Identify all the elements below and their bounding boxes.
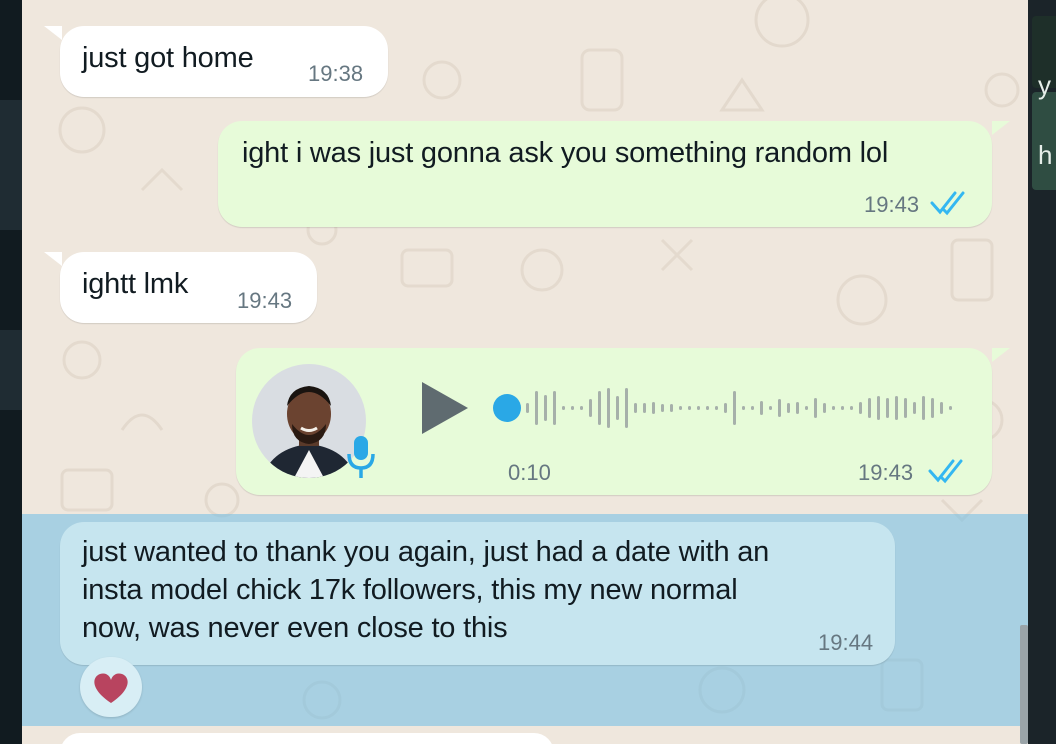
message-time: 19:43	[858, 460, 914, 485]
heart-icon	[94, 673, 128, 703]
waveform-bar	[526, 403, 529, 413]
waveform-bar	[778, 399, 781, 417]
message-bubble-incoming[interactable]	[60, 733, 554, 744]
bubble-tail	[44, 26, 62, 40]
message-text: ightt lmk	[82, 268, 189, 300]
waveform-bar	[751, 406, 754, 410]
waveform-bar	[679, 406, 682, 410]
waveform-bar	[886, 398, 889, 418]
waveform-bar	[598, 391, 601, 425]
waveform-bar	[706, 406, 709, 410]
waveform-bar	[535, 391, 538, 425]
waveform-bar	[859, 402, 862, 414]
message-time: 19:43	[237, 288, 293, 313]
right-side-panel: y h	[1028, 0, 1056, 744]
waveform-bar	[688, 406, 691, 410]
waveform-bar	[553, 391, 556, 425]
waveform-bar	[643, 403, 646, 413]
waveform-bar	[832, 406, 835, 410]
panel-text: y	[1038, 70, 1051, 100]
waveform-bar	[760, 401, 763, 415]
waveform-bar	[931, 398, 934, 418]
waveform-bar	[580, 406, 583, 410]
waveform-bar	[814, 398, 817, 418]
reaction-badge[interactable]	[80, 657, 142, 717]
voice-waveform[interactable]	[490, 378, 960, 438]
waveform-bar	[913, 402, 916, 414]
bubble-tail	[992, 348, 1010, 362]
scrollbar[interactable]	[1020, 625, 1028, 744]
left-strip-segment	[0, 330, 22, 410]
waveform-bar	[733, 391, 736, 425]
playback-position-handle	[493, 394, 521, 422]
voice-duration: 0:10	[508, 460, 551, 485]
waveform-bar	[823, 403, 826, 413]
waveform-bar	[715, 406, 718, 410]
voice-message-bubble[interactable]: 0:10 19:43	[236, 348, 992, 495]
message-line: just wanted to thank you again, just had…	[82, 536, 770, 568]
message-bubble-outgoing[interactable]: ight i was just gonna ask you something …	[218, 121, 992, 227]
message-bubble-incoming[interactable]: ightt lmk 19:43	[60, 252, 317, 323]
message-text: ight i was just gonna ask you something …	[242, 137, 889, 169]
chat-area[interactable]: just got home 19:38 ight i was just gonn…	[22, 0, 1028, 744]
message-bubble-incoming-selected[interactable]: just wanted to thank you again, just had…	[60, 522, 895, 665]
message-line: insta model chick 17k followers, this my…	[82, 574, 738, 606]
waveform-bar	[670, 404, 673, 412]
waveform-bar	[625, 388, 628, 428]
waveform-bar	[589, 399, 592, 417]
message-time: 19:43	[864, 192, 920, 217]
waveform-bar	[850, 406, 853, 410]
waveform-bar	[868, 398, 871, 418]
waveform-bar	[769, 406, 772, 410]
left-app-strip	[0, 0, 22, 744]
play-icon[interactable]	[416, 378, 476, 438]
message-bubble-incoming[interactable]: just got home 19:38	[60, 26, 388, 97]
waveform-bar	[841, 406, 844, 410]
waveform-bar	[562, 406, 565, 410]
waveform-bar	[904, 398, 907, 418]
waveform-bar	[607, 388, 610, 428]
waveform-bar	[616, 396, 619, 420]
waveform-bar	[544, 395, 547, 421]
waveform-bar	[787, 403, 790, 413]
read-receipt-icon	[930, 191, 965, 216]
waveform-bar	[571, 406, 574, 410]
waveform-bar	[742, 406, 745, 410]
message-text: just got home	[82, 42, 254, 74]
left-strip-segment	[0, 100, 22, 230]
waveform-bar	[652, 402, 655, 414]
message-time: 19:38	[308, 61, 364, 86]
microphone-icon	[347, 436, 375, 478]
read-receipt-icon	[928, 459, 963, 484]
waveform-bar	[940, 402, 943, 414]
message-line: now, was never even close to this	[82, 612, 508, 644]
waveform-bar	[661, 404, 664, 412]
waveform-bar	[724, 403, 727, 413]
waveform-bar	[877, 396, 880, 420]
waveform-bar	[697, 406, 700, 410]
panel-text: h	[1038, 140, 1053, 170]
waveform-bar	[922, 396, 925, 420]
waveform-bar	[634, 403, 637, 413]
waveform-bar	[949, 406, 952, 410]
waveform-bar	[895, 396, 898, 420]
bubble-tail	[992, 121, 1010, 135]
waveform-bar	[805, 406, 808, 410]
message-time: 19:44	[818, 630, 874, 655]
bubble-tail	[44, 252, 62, 266]
waveform-bar	[796, 402, 799, 414]
